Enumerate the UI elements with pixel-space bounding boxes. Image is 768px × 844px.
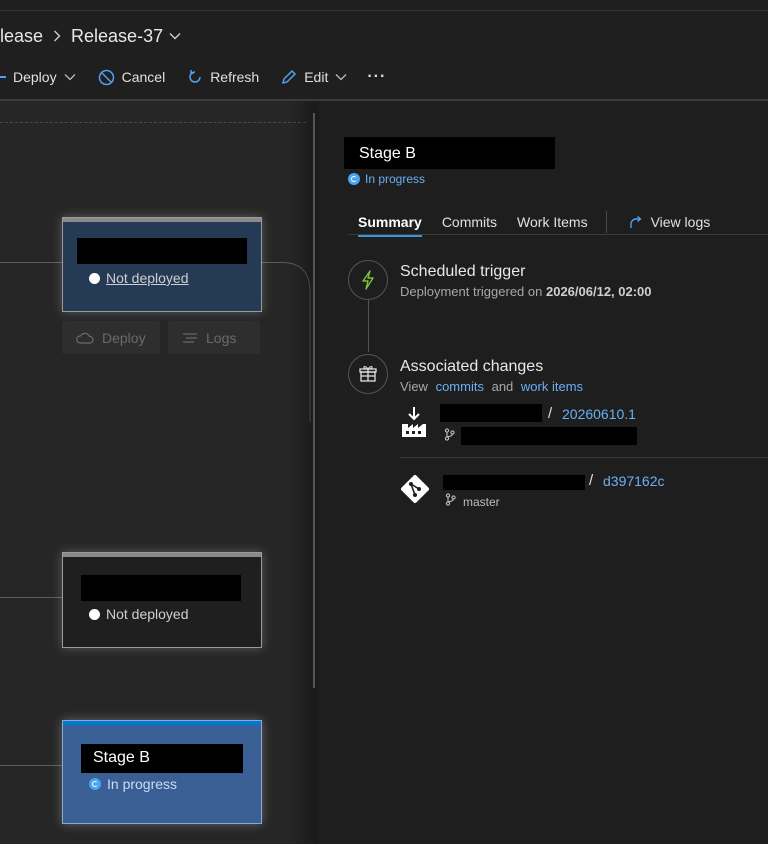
panel-status: In progress bbox=[348, 172, 425, 186]
pencil-icon bbox=[282, 69, 297, 85]
git-icon bbox=[400, 474, 430, 504]
header-rule bbox=[0, 10, 768, 11]
stage-deploy-button[interactable]: Deploy bbox=[62, 321, 160, 354]
panel-status-text: In progress bbox=[365, 172, 426, 186]
deploy-label: Deploy bbox=[13, 69, 57, 85]
trigger-datetime: 2026/06/12, 02:00 bbox=[545, 284, 652, 299]
stage-card[interactable]: Not deployed bbox=[62, 217, 262, 312]
commit-hash-link[interactable]: d397162c bbox=[603, 473, 665, 489]
artifact-divider bbox=[400, 457, 768, 458]
chevron-down-icon bbox=[169, 33, 181, 40]
chevron-right-icon bbox=[53, 30, 61, 42]
redacted-repository-name bbox=[443, 475, 585, 490]
stage-deploy-label: Deploy bbox=[102, 329, 146, 346]
refresh-label: Refresh bbox=[210, 69, 260, 85]
stage-status-text: Not deployed bbox=[106, 606, 189, 622]
toolbar: Deploy Cancel Refresh Edit ··· bbox=[0, 62, 386, 92]
commits-link[interactable]: commits bbox=[436, 379, 484, 394]
release-selector[interactable]: Release-37 bbox=[71, 26, 181, 47]
gift-icon bbox=[359, 366, 377, 382]
tabs-divider bbox=[348, 234, 768, 235]
release-name: Release-37 bbox=[71, 25, 164, 46]
build-artifact-icon bbox=[402, 407, 426, 437]
logs-icon bbox=[183, 332, 197, 343]
artifact-separator: / bbox=[548, 405, 553, 422]
external-arrow-icon bbox=[629, 215, 642, 228]
edit-button[interactable]: Edit bbox=[281, 69, 347, 85]
edit-label: Edit bbox=[304, 69, 329, 85]
artifact-separator: / bbox=[589, 472, 594, 489]
connector-line bbox=[0, 262, 62, 263]
stage-card-cap bbox=[63, 218, 261, 222]
canvas-divider bbox=[0, 122, 306, 123]
stage-name: Stage B bbox=[81, 744, 243, 773]
deploy-icon bbox=[0, 76, 6, 78]
chevron-down-icon bbox=[335, 74, 347, 81]
redacted-stage-name bbox=[77, 238, 247, 264]
trigger-title: Scheduled trigger bbox=[400, 263, 526, 280]
changes-and-text: and bbox=[491, 379, 514, 394]
work-items-link[interactable]: work items bbox=[521, 379, 583, 394]
stage-status: Not deployed bbox=[89, 606, 189, 622]
changes-step bbox=[348, 354, 388, 394]
tab-work-items[interactable]: Work Items bbox=[517, 207, 588, 237]
cancel-button[interactable]: Cancel bbox=[98, 69, 166, 86]
not-deployed-icon bbox=[89, 608, 100, 620]
stage-logs-button[interactable]: Logs bbox=[168, 321, 260, 354]
stage-card-cap bbox=[63, 553, 261, 557]
redacted-stage-name bbox=[81, 575, 241, 601]
branch-name: master bbox=[463, 495, 500, 509]
stage-card[interactable]: Not deployed bbox=[62, 552, 262, 648]
timeline-connector bbox=[368, 300, 369, 352]
panel-tabs: Summary Commits Work Items View logs bbox=[348, 207, 710, 237]
refresh-button[interactable]: Refresh bbox=[187, 69, 259, 85]
panel-title: Stage B bbox=[344, 137, 555, 169]
refresh-icon bbox=[189, 70, 201, 83]
not-deployed-icon bbox=[89, 272, 100, 284]
stage-status-text: In progress bbox=[107, 776, 178, 792]
chevron-down-icon bbox=[64, 74, 76, 81]
stage-status-text: Not deployed bbox=[106, 270, 189, 286]
stage-status: In progress bbox=[89, 776, 177, 792]
in-progress-icon bbox=[89, 778, 101, 790]
view-logs-button[interactable]: View logs bbox=[628, 207, 711, 237]
tab-separator bbox=[605, 211, 607, 233]
in-progress-icon bbox=[348, 173, 360, 185]
changes-title: Associated changes bbox=[400, 358, 544, 375]
trigger-step bbox=[348, 260, 388, 300]
stage-card-cap bbox=[63, 721, 261, 725]
cancel-icon bbox=[98, 69, 114, 85]
stage-details-panel: Stage B In progress Summary Commits Work… bbox=[318, 101, 768, 844]
branch-icon bbox=[445, 493, 456, 506]
header-bar: lease Release-37 Deploy Cancel Refresh E… bbox=[0, 0, 768, 101]
redacted-artifact-name bbox=[440, 404, 542, 422]
branch-icon bbox=[444, 428, 455, 441]
changes-description: View commits and work items bbox=[400, 379, 583, 394]
connector-line bbox=[0, 597, 62, 598]
view-logs-label: View logs bbox=[650, 214, 711, 230]
lightning-icon bbox=[362, 270, 374, 290]
cancel-label: Cancel bbox=[121, 69, 166, 85]
deploy-button[interactable]: Deploy bbox=[0, 69, 76, 85]
stage-status[interactable]: Not deployed bbox=[89, 270, 189, 286]
breadcrumb: lease Release-37 bbox=[0, 24, 181, 48]
cloud-icon bbox=[76, 332, 94, 344]
canvas-scrollbar[interactable] bbox=[313, 113, 315, 688]
stage-card-selected[interactable]: Stage B In progress bbox=[62, 720, 262, 824]
connector-line bbox=[0, 765, 62, 766]
artifact-version-link[interactable]: 20260610.1 bbox=[562, 406, 636, 422]
changes-view-text: View bbox=[400, 379, 428, 394]
breadcrumb-parent[interactable]: lease bbox=[0, 26, 43, 47]
tab-summary[interactable]: Summary bbox=[358, 207, 422, 237]
redacted-branch-name bbox=[461, 427, 637, 445]
trigger-prefix: Deployment triggered on bbox=[400, 284, 546, 299]
tab-commits[interactable]: Commits bbox=[442, 207, 497, 237]
stage-logs-label: Logs bbox=[206, 329, 237, 346]
trigger-description: Deployment triggered on 2026/06/12, 02:0… bbox=[400, 284, 652, 299]
more-options-button[interactable]: ··· bbox=[367, 68, 386, 86]
